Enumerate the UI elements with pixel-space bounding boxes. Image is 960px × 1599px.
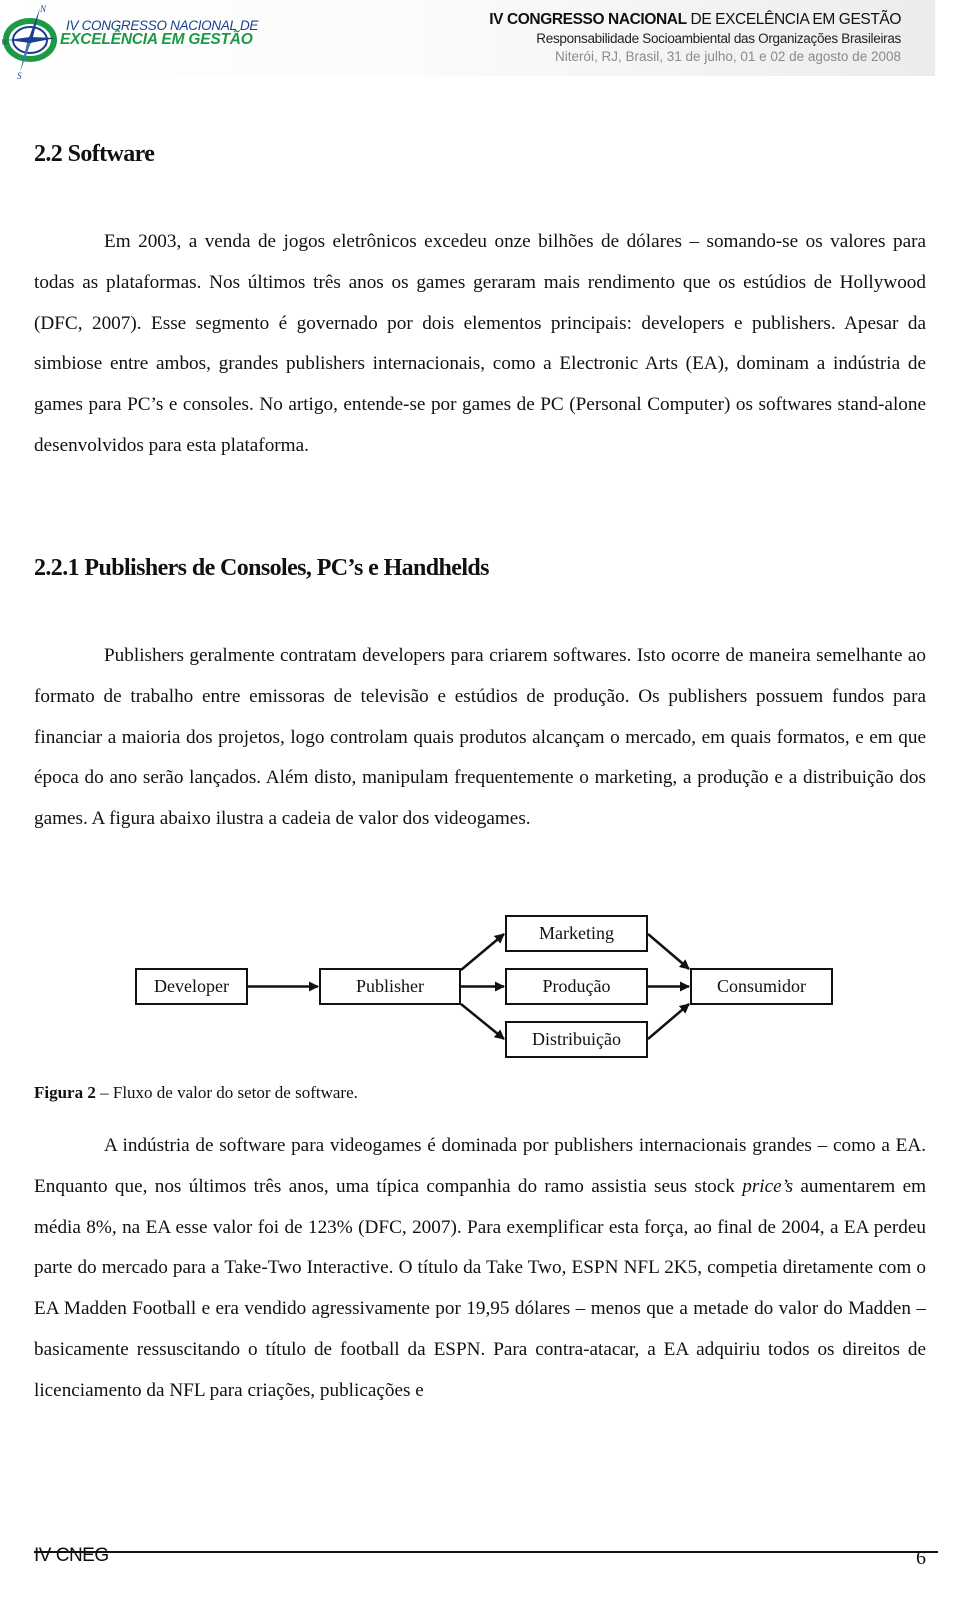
conference-info: IV CONGRESSO NACIONAL DE EXCELÊNCIA EM G… bbox=[489, 10, 901, 66]
conference-title-rest: DE EXCELÊNCIA EM GESTÃO bbox=[686, 11, 902, 28]
arrow-publisher-distribuicao bbox=[460, 1003, 505, 1040]
node-developer: Developer bbox=[135, 968, 248, 1005]
figure-caption-text: – Fluxo de valor do setor de software. bbox=[95, 1083, 358, 1102]
conference-logo: N W S IV CONGRESSO NACIONAL DE EXCELÊNCI… bbox=[0, 0, 320, 80]
section-paragraph: Em 2003, a venda de jogos eletrônicos ex… bbox=[34, 231, 926, 456]
node-publisher: Publisher bbox=[319, 968, 461, 1005]
body-paragraph: A indústria de software para videogames … bbox=[34, 1126, 926, 1412]
arrow-publisher-marketing bbox=[460, 933, 505, 971]
body-paragraph-part2: aumentarem em média 8%, na EA esse valor… bbox=[34, 1175, 927, 1401]
conference-location: Niterói, RJ, Brasil, 31 de julho, 01 e 0… bbox=[555, 49, 901, 64]
page-header: N W S IV CONGRESSO NACIONAL DE EXCELÊNCI… bbox=[0, 0, 935, 80]
node-distribuicao: Distribuição bbox=[505, 1021, 648, 1058]
conference-subtitle: Responsabilidade Socioambiental das Orga… bbox=[536, 31, 901, 46]
subsection-heading: 2.2.1 Publishers de Consoles, PC’s e Han… bbox=[34, 555, 490, 581]
node-consumidor: Consumidor bbox=[690, 968, 833, 1005]
node-producao: Produção bbox=[505, 968, 648, 1005]
conference-title-bold: IV CONGRESSO NACIONAL bbox=[489, 11, 687, 28]
arrow-distribuicao-consumidor bbox=[647, 1003, 690, 1040]
node-marketing: Marketing bbox=[505, 915, 648, 952]
figure-caption-label: Figura 2 bbox=[34, 1083, 96, 1102]
subsection-paragraph: Publishers geralmente contratam develope… bbox=[34, 645, 926, 830]
arrow-marketing-consumidor bbox=[647, 933, 690, 970]
body-paragraph-italic: price’s bbox=[742, 1175, 794, 1197]
compass-north-label: N bbox=[39, 4, 47, 14]
figure-caption: Figura 2 – Fluxo de valor do setor de so… bbox=[34, 1083, 358, 1103]
conference-title: IV CONGRESSO NACIONAL DE EXCELÊNCIA EM G… bbox=[489, 10, 901, 30]
footer-label: IV CNEG bbox=[34, 1545, 109, 1566]
compass-south-label: S bbox=[17, 71, 22, 80]
footer-divider bbox=[34, 1551, 938, 1553]
logo-text-line2: EXCELÊNCIA EM GESTÃO bbox=[60, 31, 253, 48]
section-heading: 2.2 Software bbox=[34, 141, 155, 167]
page-number: 6 bbox=[916, 1547, 926, 1569]
value-chain-diagram: Developer Publisher Marketing Produção D… bbox=[0, 900, 960, 1070]
